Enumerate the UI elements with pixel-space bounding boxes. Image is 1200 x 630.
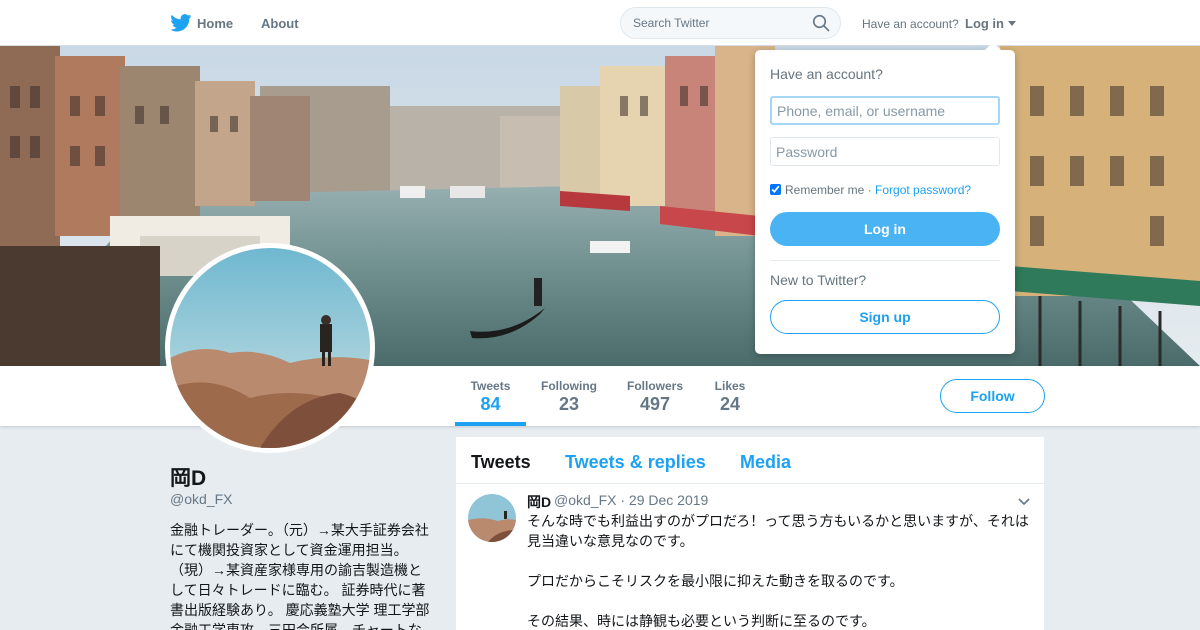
divider — [770, 260, 1000, 261]
nav-home-link[interactable]: Home — [197, 16, 233, 31]
profile-avatar[interactable] — [165, 243, 375, 453]
desert-avatar-image — [170, 248, 370, 448]
chevron-down-icon[interactable] — [1018, 498, 1030, 506]
remember-checkbox[interactable] — [770, 184, 781, 195]
new-to-twitter-text: New to Twitter? — [770, 272, 867, 288]
nav-about-link[interactable]: About — [261, 16, 299, 31]
tab-tweets[interactable]: Tweets — [471, 452, 531, 473]
tweet-text: そんな時でも利益出すのがプロだろ！って思う方もいるかと思いますが、それは見当違い… — [527, 511, 1037, 630]
stat-value: 84 — [480, 394, 501, 414]
timeline-tabs: Tweets Tweets & replies Media — [456, 437, 1044, 484]
stat-label: Likes — [714, 379, 746, 393]
tweet-paragraph: プロだからこそリスクを最小限に抑えた動きを取るのです。 — [527, 573, 904, 589]
stat-label: Followers — [626, 379, 683, 393]
tweet-author-name[interactable]: 岡D — [527, 492, 551, 512]
tweet-paragraph: その結果、時には静観も必要という判断に至るのです。 — [527, 613, 876, 629]
remember-row: Remember me · Forgot password? — [770, 183, 971, 197]
tweet-paragraph: そんな時でも利益出すのがプロだろ！って思う方もいるかと思いますが、それは見当違い… — [527, 513, 1029, 549]
stat-label: Tweets — [470, 379, 511, 393]
password-field[interactable] — [770, 137, 1000, 166]
stat-followers[interactable]: Followers 497 — [622, 366, 688, 426]
stat-value: 497 — [639, 394, 671, 414]
follow-button[interactable]: Follow — [940, 379, 1045, 413]
stat-following[interactable]: Following 23 — [536, 366, 602, 426]
username-field[interactable] — [770, 96, 1000, 125]
login-button[interactable]: Log in — [770, 212, 1000, 246]
tweet-avatar-image — [468, 494, 516, 542]
tab-media[interactable]: Media — [740, 452, 791, 473]
profile-handle[interactable]: @okd_FX — [170, 491, 232, 507]
profile-name: 岡D — [170, 467, 207, 490]
have-account-text: Have an account? — [862, 17, 959, 31]
stat-tweets[interactable]: Tweets 84 — [455, 366, 526, 426]
search-icon[interactable] — [812, 14, 830, 32]
tweet-avatar[interactable] — [468, 494, 516, 542]
remember-label[interactable]: Remember me — [785, 183, 864, 197]
active-tab-indicator — [455, 422, 526, 426]
login-dropdown: Have an account? Remember me · Forgot pa… — [755, 42, 1015, 354]
remember-separator: · — [864, 183, 876, 197]
tweet-date[interactable]: 29 Dec 2019 — [629, 492, 708, 508]
twitter-bird-icon[interactable] — [170, 14, 192, 32]
signup-button[interactable]: Sign up — [770, 300, 1000, 334]
stat-likes[interactable]: Likes 24 — [705, 366, 755, 426]
stat-value: 23 — [558, 394, 580, 414]
stat-label: Following — [541, 379, 597, 393]
login-dropdown-toggle[interactable]: Log in — [965, 16, 1004, 31]
tweet-separator: · — [620, 492, 626, 508]
tweet-meta: @okd_FX · 29 Dec 2019 — [554, 492, 708, 508]
profile-bio: 金融トレーダー。（元）→某大手証券会社にて機関投資家として資金運用担当。（現）→… — [170, 522, 434, 630]
search-input[interactable] — [620, 7, 841, 39]
timeline: Tweets Tweets & replies Media 岡D @okd_FX… — [456, 437, 1044, 630]
caret-down-icon[interactable] — [1008, 21, 1016, 26]
tab-tweets-replies[interactable]: Tweets & replies — [565, 452, 706, 473]
tweet-handle[interactable]: @okd_FX — [554, 492, 616, 508]
stat-value: 24 — [719, 394, 741, 414]
top-navigation-bar: Home About Have an account? Log in — [0, 0, 1200, 46]
forgot-password-link[interactable]: Forgot password? — [875, 183, 971, 197]
dropdown-title: Have an account? — [770, 66, 883, 82]
dropdown-arrow — [985, 42, 1001, 50]
